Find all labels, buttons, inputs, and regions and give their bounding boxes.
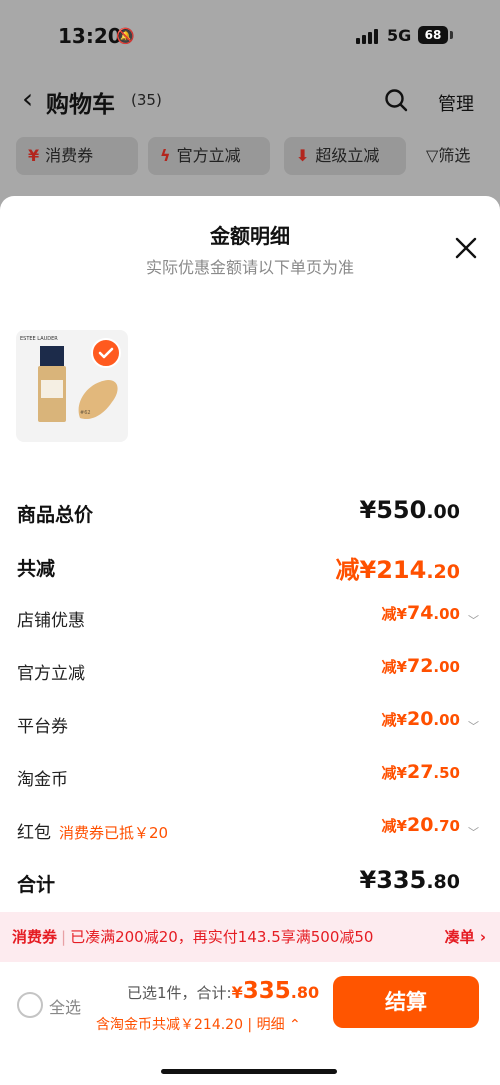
chip-coupon[interactable]: ¥ 消费券	[16, 137, 138, 175]
discount-detail-toggle[interactable]: 含淘金币共减￥214.20 | 明细 ⌃	[96, 1014, 301, 1034]
row-store-discount[interactable]: 店铺优惠 减¥74.00 ﹀	[0, 598, 500, 638]
row-grand-total: 合计 ¥335.80	[0, 862, 500, 902]
row-red-packet[interactable]: 红包 消费券已抵￥20 减¥20.70 ﹀	[0, 810, 500, 850]
row-label: 淘金币	[17, 770, 68, 790]
lightning-icon: ϟ	[160, 146, 171, 165]
row-value: 减¥20.70	[381, 814, 460, 836]
total-price: ¥335.80	[231, 978, 320, 1004]
sheet-subtitle: 实际优惠金额请以下单页为准	[145, 258, 354, 277]
chevron-down-icon[interactable]: ﹀	[468, 612, 479, 628]
battery-icon: 68	[418, 26, 448, 44]
close-icon[interactable]	[454, 236, 478, 260]
brand-text: ESTEE LAUDER	[20, 336, 58, 342]
mute-bell-icon: 🔕	[116, 27, 135, 45]
battery-tip	[450, 31, 453, 39]
selected-check-icon	[91, 338, 121, 368]
chip-label: 超级立减	[315, 146, 380, 165]
row-label: 官方立减	[17, 664, 85, 684]
selected-summary: 已选1件，合计:¥335.80	[127, 978, 320, 1004]
row-label: 平台券	[17, 717, 68, 737]
sheet-title: 金额明细	[210, 224, 290, 248]
add-on-link[interactable]: 凑单 ›	[445, 926, 486, 947]
checkout-bar: 全选 已选1件，合计:¥335.80 含淘金币共减￥214.20 | 明细 ⌃ …	[0, 962, 500, 1052]
cart-count: (35)	[131, 91, 162, 109]
row-official-discount: 官方立减 减¥72.00	[0, 651, 500, 691]
chip-super-discount[interactable]: ⬇ 超级立减	[284, 137, 406, 175]
row-value: 减¥74.00	[381, 602, 460, 624]
manage-button[interactable]: 管理	[438, 90, 474, 116]
chevron-down-icon[interactable]: ﹀	[468, 824, 479, 840]
row-value: 减¥20.00	[381, 708, 460, 730]
amount-detail-sheet: 金额明细 实际优惠金额请以下单页为准 ESTEE LAUDER #62 商品总价…	[0, 196, 500, 1085]
row-value: 减¥214.20	[335, 556, 460, 584]
network-type: 5G	[387, 26, 412, 45]
row-value: ¥335.80	[359, 866, 460, 894]
chip-label: 官方立减	[176, 146, 241, 165]
filter-button[interactable]: ▽筛选	[426, 137, 470, 175]
search-icon[interactable]	[384, 88, 408, 112]
signal-icon	[356, 28, 380, 44]
row-value: ¥550.00	[359, 496, 460, 524]
coupon-icon: ¥	[28, 146, 40, 165]
red-packet-note: 消费券已抵￥20	[59, 824, 169, 842]
checkout-button[interactable]: 结算	[333, 976, 479, 1028]
nav-bar: ‹ 购物车 (35) 管理	[0, 76, 500, 126]
row-subtotal: 商品总价 ¥550.00	[0, 492, 500, 532]
filter-chips: ¥ 消费券 ϟ 官方立减 ⬇ 超级立减 ▽筛选	[0, 137, 500, 175]
row-label: 店铺优惠	[17, 611, 85, 631]
home-indicator	[161, 1069, 337, 1074]
status-bar: 13:20 🔕 5G 68	[0, 0, 500, 70]
row-platform-coupon[interactable]: 平台券 减¥20.00 ﹀	[0, 704, 500, 744]
back-icon[interactable]: ‹	[22, 82, 33, 115]
status-time: 13:20	[58, 24, 122, 48]
row-label: 红包 消费券已抵￥20	[17, 823, 169, 843]
row-label: 共减	[17, 558, 56, 580]
down-arrow-icon: ⬇	[296, 146, 310, 165]
chip-label: 消费券	[45, 146, 94, 165]
chip-official-discount[interactable]: ϟ 官方立减	[148, 137, 270, 175]
row-value: 减¥27.50	[381, 761, 460, 783]
page-title: 购物车	[46, 92, 115, 118]
row-value: 减¥72.00	[381, 655, 460, 677]
shade-label: #62	[80, 410, 91, 416]
chevron-down-icon[interactable]: ﹀	[468, 718, 479, 734]
filter-label: 筛选	[438, 146, 471, 165]
select-all-label[interactable]: 全选	[49, 994, 81, 1018]
funnel-icon: ▽	[426, 146, 439, 165]
select-all-radio[interactable]	[17, 992, 43, 1018]
row-total-discount: 共减 减¥214.20	[0, 546, 500, 586]
promo-text: 消费券 | 已凑满200减20，再实付143.5享满500减50	[12, 928, 374, 946]
row-taojinbi: 淘金币 减¥27.50	[0, 757, 500, 797]
row-label: 合计	[17, 874, 56, 896]
coupon-promo-bar[interactable]: 消费券 | 已凑满200减20，再实付143.5享满500减50 凑单 ›	[0, 912, 500, 962]
row-label: 商品总价	[17, 504, 94, 526]
